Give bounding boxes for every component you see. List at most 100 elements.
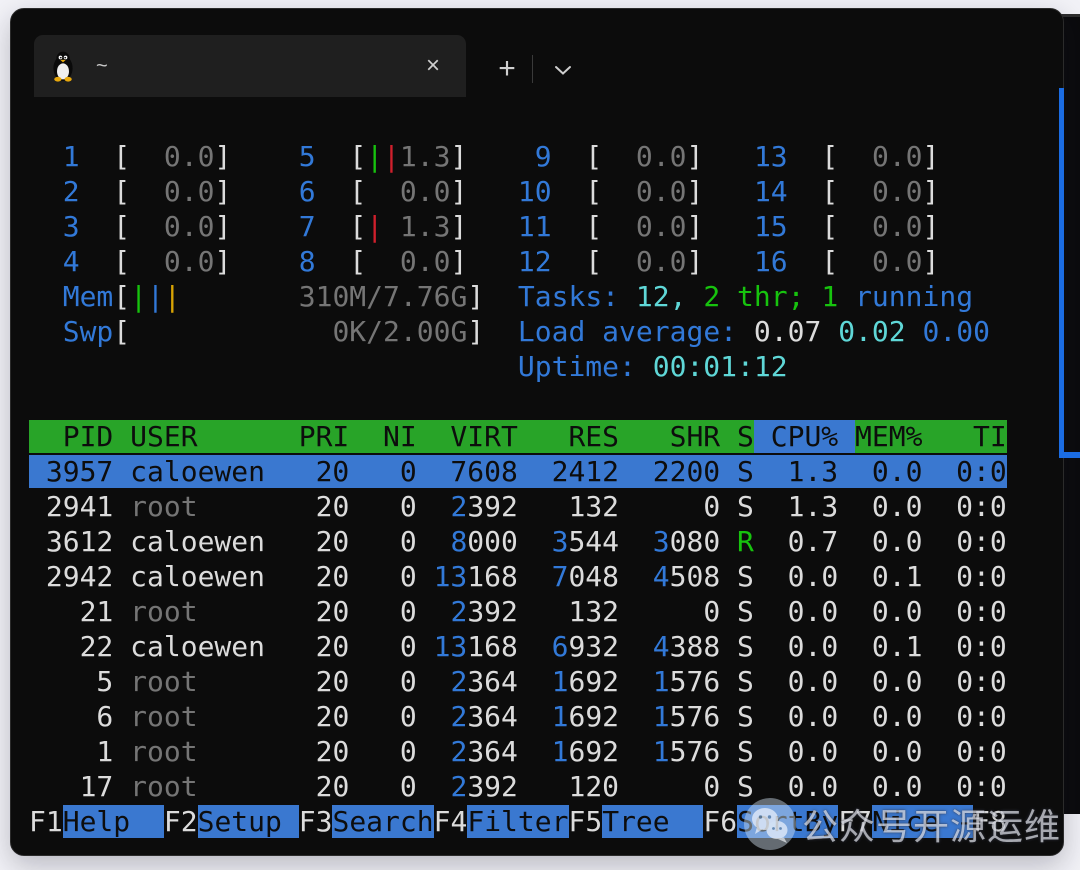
tab-dropdown-button[interactable] bbox=[547, 57, 579, 83]
text-segment: 3957 caloewen 20 0 7608 2412 2200 S 1.3 … bbox=[29, 455, 1007, 488]
text-segment: 0.0 bbox=[838, 210, 922, 243]
text-segment: F4 bbox=[434, 805, 468, 838]
text-segment: ] bbox=[467, 315, 484, 348]
text-segment: [ bbox=[80, 175, 131, 208]
text-segment: 6 bbox=[231, 175, 315, 208]
tab-close-icon[interactable]: × bbox=[416, 49, 450, 83]
terminal-row: 3957 caloewen 20 0 7608 2412 2200 S 1.3 … bbox=[29, 454, 1011, 489]
text-segment: 2 bbox=[450, 700, 467, 733]
text-segment: 21 bbox=[29, 595, 130, 628]
terminal-row bbox=[29, 384, 1011, 419]
terminal-tab[interactable]: ~ × bbox=[34, 35, 466, 97]
text-segment bbox=[29, 350, 518, 383]
text-segment: [ bbox=[552, 175, 603, 208]
text-segment: F7 bbox=[838, 805, 872, 838]
text-segment: ] bbox=[214, 210, 231, 243]
terminal-window: ~ × + 1 [ 0.0] 5 [||1.3] 9 [ 0.0] 13 [ 0… bbox=[10, 8, 1064, 856]
text-segment: | bbox=[366, 210, 383, 243]
text-segment: 14 bbox=[703, 175, 787, 208]
text-segment: 13 bbox=[434, 630, 468, 663]
terminal-row: Swp[ 0K/2.00G] Load average: 0.07 0.02 0… bbox=[29, 314, 1011, 349]
text-segment: 1 bbox=[29, 140, 80, 173]
text-segment: 1 bbox=[29, 735, 130, 768]
text-segment: 364 bbox=[467, 665, 551, 698]
terminal-row: 17 root 20 0 2392 120 0 S 0.0 0.0 0:0 bbox=[29, 769, 1011, 804]
fnkey-button[interactable]: Setup bbox=[198, 805, 299, 838]
text-segment: F2 bbox=[164, 805, 198, 838]
text-segment: 048 bbox=[568, 560, 652, 593]
text-segment: 2 bbox=[450, 490, 467, 523]
text-segment: ] bbox=[214, 175, 231, 208]
blue-highlight-edge-bottom bbox=[1059, 452, 1080, 458]
text-segment: 2 thr; bbox=[703, 280, 821, 313]
text-segment: 8 bbox=[450, 525, 467, 558]
text-segment: 2942 caloewen 20 0 bbox=[29, 560, 434, 593]
fnkey-button[interactable]: Help bbox=[63, 805, 164, 838]
text-segment: CPU% bbox=[754, 420, 855, 453]
text-segment: 1 bbox=[653, 700, 670, 733]
text-segment: 1 bbox=[653, 665, 670, 698]
terminal-row: 4 [ 0.0] 8 [ 0.0] 12 [ 0.0] 16 [ 0.0] bbox=[29, 244, 1011, 279]
text-segment: [ bbox=[113, 315, 130, 348]
text-segment: 1.3 bbox=[383, 210, 450, 243]
text-segment: 17 bbox=[29, 770, 130, 803]
text-segment: 1.3 bbox=[400, 140, 451, 173]
text-segment: 6 bbox=[29, 700, 130, 733]
text-segment: 6 bbox=[552, 630, 569, 663]
text-segment: F6 bbox=[703, 805, 737, 838]
text-segment: 4 bbox=[29, 245, 80, 278]
text-segment: 168 bbox=[467, 560, 551, 593]
text-segment: F3 bbox=[299, 805, 333, 838]
text-segment: 168 bbox=[467, 630, 551, 663]
text-segment: 2 bbox=[450, 770, 467, 803]
new-tab-button[interactable]: + bbox=[489, 51, 525, 87]
text-segment: 0.0 bbox=[366, 175, 450, 208]
text-segment bbox=[484, 280, 518, 313]
text-segment: 3612 caloewen 20 0 bbox=[29, 525, 450, 558]
text-segment: Uptime: bbox=[518, 350, 653, 383]
text-segment: ] bbox=[467, 280, 484, 313]
tab-title: ~ bbox=[96, 55, 108, 78]
text-segment: ] bbox=[687, 245, 704, 278]
text-segment: 2 bbox=[450, 665, 467, 698]
text-segment: [ bbox=[788, 210, 839, 243]
text-segment: [ bbox=[113, 280, 130, 313]
text-segment: ] bbox=[450, 140, 467, 173]
text-segment: F5 bbox=[569, 805, 603, 838]
text-segment: 1 bbox=[552, 665, 569, 698]
fnkey-button[interactable]: SortBy bbox=[737, 805, 838, 838]
text-segment: Tasks: bbox=[518, 280, 636, 313]
text-segment: 1 bbox=[821, 280, 855, 313]
text-segment: [ bbox=[788, 175, 839, 208]
text-segment: 0.7 0.0 0:0 bbox=[754, 525, 1007, 558]
text-segment: 5 bbox=[29, 665, 130, 698]
text-segment: [ bbox=[552, 245, 603, 278]
text-segment: [ bbox=[316, 175, 367, 208]
text-segment: [ bbox=[316, 210, 367, 243]
fnkey-button[interactable]: Search bbox=[332, 805, 433, 838]
text-segment: ] bbox=[923, 140, 940, 173]
text-segment: 15 bbox=[703, 210, 787, 243]
text-segment: 392 132 0 S 1.3 0.0 0:0 bbox=[467, 490, 1006, 523]
terminal-row: 6 root 20 0 2364 1692 1576 S 0.0 0.0 0:0 bbox=[29, 699, 1011, 734]
text-segment: ] bbox=[687, 175, 704, 208]
text-segment: 4 bbox=[653, 560, 670, 593]
terminal-row: 2942 caloewen 20 0 13168 7048 4508 S 0.0… bbox=[29, 559, 1011, 594]
text-segment: 2941 bbox=[29, 490, 130, 523]
text-segment: root bbox=[130, 665, 282, 698]
text-segment: Load average: bbox=[518, 315, 754, 348]
blue-highlight-edge-vertical bbox=[1059, 88, 1064, 458]
text-segment: 12, bbox=[636, 280, 703, 313]
text-segment: 20 0 bbox=[282, 490, 451, 523]
text-segment: 16 bbox=[703, 245, 787, 278]
terminal-screen[interactable]: 1 [ 0.0] 5 [||1.3] 9 [ 0.0] 13 [ 0.0] 2 … bbox=[29, 139, 1011, 839]
text-segment bbox=[484, 315, 518, 348]
fnkey-button[interactable]: Nice - bbox=[872, 805, 973, 838]
fnkey-button[interactable]: Filter bbox=[467, 805, 568, 838]
text-segment: 692 bbox=[568, 665, 652, 698]
fnkey-button[interactable]: Tree bbox=[602, 805, 703, 838]
text-segment: root bbox=[130, 700, 282, 733]
page-background: { "colors": { "page-bg": "#f2f2f7", "ter… bbox=[0, 0, 1080, 870]
terminal-row: PID USER PRI NI VIRT RES SHR S CPU% MEM%… bbox=[29, 419, 1011, 454]
text-segment: 576 S 0.0 0.0 0:0 bbox=[670, 700, 1007, 733]
